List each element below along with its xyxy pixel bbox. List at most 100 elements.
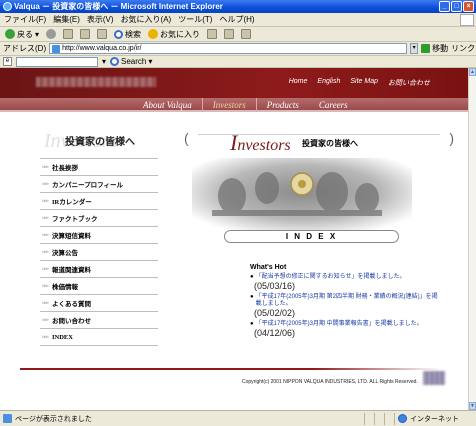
windows-flag-icon <box>460 14 474 26</box>
menu-bullet-icon: »»» <box>42 181 49 187</box>
print-button[interactable] <box>239 28 253 41</box>
news-link[interactable]: ● 「平成17年(2005年)3月期 中間事業報告書」を掲載しました。 <box>250 321 440 328</box>
go-arrow-icon <box>421 44 431 53</box>
stop-button[interactable] <box>61 28 75 41</box>
company-logo[interactable] <box>36 77 156 87</box>
window-titlebar[interactable]: Valqua － 投資家の皆様へ － Microsoft Internet Ex… <box>0 0 476 13</box>
sidebar-menu-label: 決算短信資料 <box>52 233 91 240</box>
address-bar: アドレス(D) http://www.valqua.co.jp/ir/ ▾ 移動… <box>0 42 476 56</box>
sidebar-menu-item[interactable]: »»» 決算短信資料 <box>40 227 158 244</box>
news-link[interactable]: ● 「配当予想の修正に関するお知らせ」を掲載しました。 <box>250 274 440 281</box>
whats-hot: What's Hot ● 「配当予想の修正に関するお知らせ」を掲載しました。 (05… <box>250 264 440 341</box>
menu-favorites[interactable]: お気に入り(A) <box>121 13 172 26</box>
search-button[interactable]: 検索 <box>112 28 143 41</box>
menu-bullet-icon: »»» <box>42 164 49 170</box>
top-nav-contact[interactable]: お問い合わせ <box>388 78 430 88</box>
toolbar-logo-icon: e <box>3 57 12 66</box>
index-button[interactable]: I N D E X <box>224 230 399 243</box>
sidebar-menu-item[interactable]: »»» 社長挨拶 <box>40 159 158 176</box>
favorites-label: お気に入り <box>160 29 201 39</box>
menu-bar: ファイル(F) 編集(E) 表示(V) お気に入り(A) ツール(T) ヘルプ(… <box>0 13 476 27</box>
sidebar-menu-label: 決算公告 <box>52 250 78 257</box>
nav-careers[interactable]: Careers <box>309 98 358 112</box>
refresh-icon <box>80 29 91 39</box>
news-bullet-icon: ● <box>250 321 254 327</box>
address-url: http://www.valqua.co.jp/ir/ <box>62 45 142 52</box>
go-button[interactable]: 移動 <box>421 43 448 54</box>
news-link[interactable]: ● 「平成17年(2005年)3月期 第2四半期 財務・業績の概況(連結)」を掲載… <box>250 294 440 308</box>
refresh-button[interactable] <box>78 28 92 41</box>
sidebar-menu-item[interactable]: »»» 報道関連資料 <box>40 261 158 278</box>
ir-sidebar: Investors 投資家の皆様へ »»» 社長挨拶»»» カンパニープロフィール»… <box>40 128 158 346</box>
relief-sculpture-image <box>192 158 412 234</box>
address-dropdown-button[interactable]: ▾ <box>410 43 419 54</box>
sidebar-menu-label: 社長挨拶 <box>52 165 78 172</box>
top-nav-sitemap[interactable]: Site Map <box>350 78 378 88</box>
news-date: (05/03/16) <box>254 281 296 291</box>
scroll-up-arrow[interactable]: ▲ <box>469 68 476 76</box>
menu-edit[interactable]: 編集(E) <box>53 13 80 26</box>
history-icon <box>207 29 218 39</box>
nav-about[interactable]: About Valqua <box>133 98 202 112</box>
sidebar-menu-item[interactable]: »»» IRカレンダー <box>40 193 158 210</box>
sidebar-menu-item[interactable]: »»» 株価情報 <box>40 278 158 295</box>
sidebar-menu-item[interactable]: »»» INDEX <box>40 329 158 346</box>
menu-tools[interactable]: ツール(T) <box>178 13 212 26</box>
history-button[interactable] <box>205 28 219 41</box>
minimize-button[interactable]: _ <box>439 1 450 12</box>
sidebar-menu-label: ファクトブック <box>52 216 98 223</box>
menu-bullet-icon: »»» <box>42 198 49 204</box>
mail-icon <box>224 29 235 39</box>
search-toolbar: e ▾ Search ▾ <box>0 56 476 68</box>
menu-bullet-icon: »»» <box>42 215 49 221</box>
maximize-button[interactable]: □ <box>451 1 462 12</box>
toolbar-search-button[interactable]: Search ▾ <box>110 57 152 66</box>
status-pane <box>364 412 374 425</box>
page-icon <box>52 45 61 53</box>
back-button[interactable]: 戻る ▾ <box>3 28 41 41</box>
chevron-down-icon[interactable]: ▾ <box>102 57 106 66</box>
news-item: ● 「平成17年(2005年)3月期 第2四半期 財務・業績の概況(連結)」を掲載… <box>250 294 440 319</box>
home-button[interactable] <box>95 28 109 41</box>
window-controls: _ □ × <box>439 1 474 12</box>
toolbar-search-input[interactable] <box>16 56 98 67</box>
sidebar-menu-item[interactable]: »»» カンパニープロフィール <box>40 176 158 193</box>
menu-bullet-icon: »»» <box>42 283 49 289</box>
nav-products[interactable]: Products <box>257 98 309 112</box>
vertical-scrollbar[interactable]: ▲ ▼ <box>468 68 476 410</box>
bracket-right: ) <box>449 130 454 146</box>
menu-view[interactable]: 表示(V) <box>87 13 114 26</box>
sidebar-menu-item[interactable]: »»» 決算公告 <box>40 244 158 261</box>
nav-investors[interactable]: Investors <box>201 98 257 112</box>
top-nav-english[interactable]: English <box>317 78 340 88</box>
ie-logo-icon <box>3 2 12 11</box>
favorites-button[interactable]: お気に入り <box>146 28 202 41</box>
top-nav-home[interactable]: Home <box>289 78 308 88</box>
top-nav: Home English Site Map お問い合わせ <box>289 78 430 88</box>
menu-file[interactable]: ファイル(F) <box>4 13 46 26</box>
sidebar-menu-item[interactable]: »»» よくある質問 <box>40 295 158 312</box>
mail-button[interactable] <box>222 28 236 41</box>
menu-help[interactable]: ヘルプ(H) <box>219 13 254 26</box>
address-input[interactable]: http://www.valqua.co.jp/ir/ <box>49 43 408 54</box>
menu-bullet-icon: »»» <box>42 249 49 255</box>
close-button[interactable]: × <box>463 1 474 12</box>
back-label: 戻る <box>17 29 33 39</box>
ir-main: ( Investors 投資家の皆様へ ) I N D E X <box>184 128 454 243</box>
sidebar-menu-item[interactable]: »»» ファクトブック <box>40 210 158 227</box>
page-viewport[interactable]: Home English Site Map お問い合わせ About Valqu… <box>0 68 468 410</box>
links-button[interactable]: リンク <box>451 43 475 54</box>
toolbar-search-label: Search <box>121 57 147 66</box>
hero-image <box>192 158 412 234</box>
status-pane <box>374 412 384 425</box>
sidebar-heading-title: 投資家の皆様へ <box>65 137 135 148</box>
sidebar-menu-item[interactable]: »»» お問い合わせ <box>40 312 158 329</box>
scroll-down-arrow[interactable]: ▼ <box>469 402 476 410</box>
main-nav: About Valqua Investors Products Careers <box>0 98 468 112</box>
copyright: Copyright(c) 2001 NIPPON VALQUA INDUSTRI… <box>242 379 418 385</box>
sidebar-heading: Investors 投資家の皆様へ <box>40 128 158 154</box>
sidebar-menu-label: 株価情報 <box>52 284 78 291</box>
news-text: 「平成17年(2005年)3月期 中間事業報告書」を掲載しました。 <box>255 321 423 327</box>
forward-button[interactable] <box>44 28 58 41</box>
chevron-down-icon[interactable]: ▾ <box>35 30 39 39</box>
